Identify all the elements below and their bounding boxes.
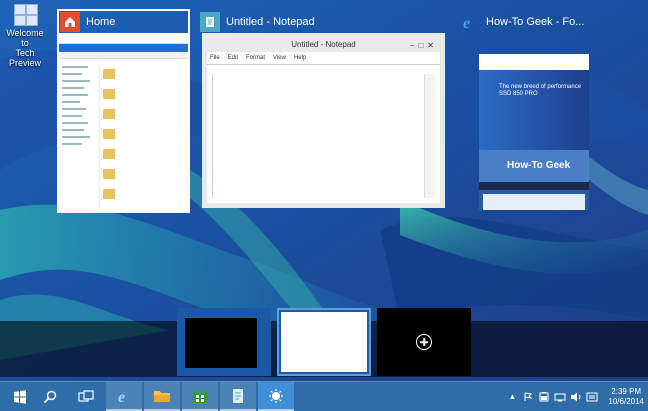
ad-line-1: The new breed of performance	[499, 84, 582, 90]
explorer-titlebar	[59, 33, 188, 44]
menu-view: View	[273, 55, 286, 61]
chevron-up-icon[interactable]: ▴	[506, 391, 518, 403]
window-title-label: Home	[86, 16, 116, 28]
svg-text:e: e	[118, 389, 125, 405]
volume-icon[interactable]	[570, 391, 582, 403]
notepad-icon	[200, 12, 220, 32]
svg-text:e: e	[463, 15, 470, 31]
notepad-scrollbar	[424, 74, 435, 198]
virtual-desktop-2[interactable]	[277, 308, 371, 376]
notepad-text-area	[212, 74, 435, 198]
desktop-preview-window	[281, 312, 367, 372]
menu-edit: Edit	[227, 55, 239, 61]
desktop-preview-window	[185, 318, 257, 368]
desktop-shortcut-welcome[interactable]: Welcome to Tech Preview	[2, 0, 48, 68]
menu-file: File	[210, 55, 220, 61]
store-icon	[193, 391, 207, 403]
explorer-navigation-pane	[59, 61, 100, 211]
window-thumbnail-home[interactable]	[59, 33, 188, 211]
taskbar-file-explorer[interactable]	[144, 382, 180, 411]
window-thumbnail-notepad[interactable]: Untitled - Notepad –□✕ File Edit Format …	[202, 33, 445, 208]
window-title-browser[interactable]: e How-To Geek - Fo...	[460, 12, 584, 32]
network-icon[interactable]	[554, 391, 566, 403]
site-logo: How-To Geek	[479, 150, 589, 182]
notepad-icon	[233, 388, 243, 403]
taskbar: e ▴ 2:39 PM 10/6/2014	[0, 381, 648, 411]
browser-toolbar	[479, 54, 589, 70]
window-title-home[interactable]: Home	[60, 12, 115, 32]
system-tray: ▴ 2:39 PM 10/6/2014	[506, 382, 644, 411]
internet-explorer-icon: e	[460, 12, 480, 32]
menu-format: Format	[246, 55, 266, 61]
ad-line-2: SSD 850 PRO	[499, 91, 538, 97]
window-controls-icon: –□✕	[410, 41, 438, 50]
site-nav	[479, 182, 589, 190]
menu-help: Help	[293, 55, 307, 61]
flag-icon[interactable]	[522, 391, 534, 403]
site-body	[483, 194, 585, 210]
browser-ad-banner: The new breed of performance SSD 850 PRO	[479, 70, 589, 150]
search-button[interactable]	[32, 382, 68, 411]
taskbar-store[interactable]	[182, 382, 218, 411]
battery-icon[interactable]	[538, 391, 550, 403]
notepad-menu-bar: File Edit Format View Help	[207, 52, 440, 65]
window-title-label: How-To Geek - Fo...	[486, 16, 585, 28]
taskbar-weather[interactable]	[258, 382, 294, 411]
task-view-icon	[78, 389, 94, 402]
clock-time: 2:39 PM	[611, 386, 642, 396]
desktop-shortcut-label-1: Welcome to	[6, 28, 44, 48]
explorer-address-bar	[59, 52, 188, 59]
explorer-content	[103, 63, 186, 209]
virtual-desktop-1[interactable]	[177, 308, 271, 376]
taskbar-notepad[interactable]	[220, 382, 256, 411]
window-thumbnail-browser[interactable]: The new breed of performance SSD 850 PRO…	[479, 54, 589, 210]
window-title-notepad[interactable]: Untitled - Notepad	[200, 12, 315, 32]
notepad-titlebar: Untitled - Notepad –□✕	[207, 38, 440, 52]
internet-explorer-icon: e	[118, 389, 125, 405]
explorer-ribbon	[59, 44, 188, 52]
add-desktop-button[interactable]	[377, 308, 471, 376]
language-icon[interactable]	[586, 391, 598, 403]
window-title-label: Untitled - Notepad	[226, 16, 315, 28]
taskbar-clock[interactable]: 2:39 PM 10/6/2014	[608, 387, 644, 407]
desktop-shortcut-label-2: Tech Preview	[8, 48, 41, 68]
clock-date: 10/6/2014	[608, 396, 644, 406]
task-view-button[interactable]	[68, 382, 104, 411]
search-icon	[43, 390, 57, 403]
taskbar-ie[interactable]: e	[106, 382, 142, 411]
plus-icon	[416, 334, 432, 350]
weather-app-icon	[269, 388, 283, 403]
home-folder-icon	[60, 12, 80, 32]
windows-logo-icon	[14, 389, 26, 404]
file-explorer-icon	[154, 390, 170, 402]
notepad-title-text: Untitled - Notepad	[291, 40, 356, 49]
window-shortcut-icon	[12, 4, 38, 26]
